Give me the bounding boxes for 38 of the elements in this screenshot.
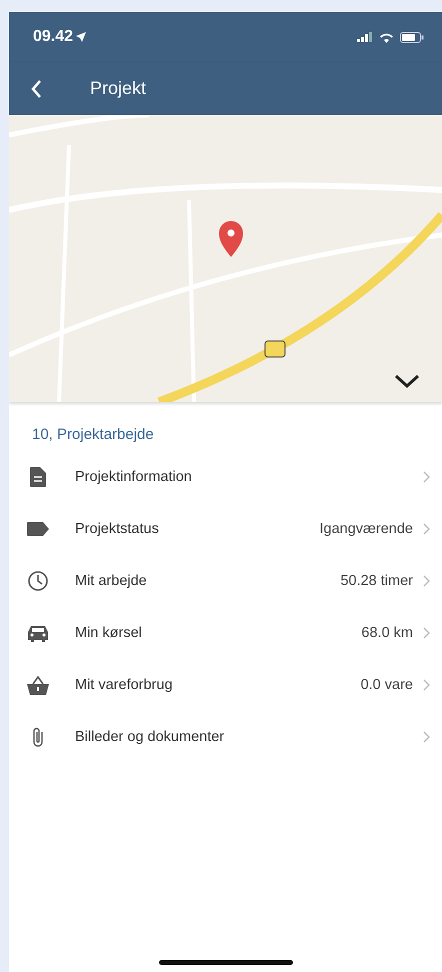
- collapse-chevron-icon[interactable]: [394, 374, 420, 388]
- back-icon: [31, 80, 42, 98]
- project-heading: 10, Projektarbejde: [31, 425, 155, 445]
- menu-row[interactable]: Mit vareforbrug 0.0 vare: [9, 659, 442, 711]
- paperclip-icon: [31, 726, 45, 748]
- signal-icon: [357, 32, 373, 42]
- chevron-right-icon: [423, 523, 430, 535]
- back-button[interactable]: [31, 80, 42, 98]
- chevron-right-icon: [423, 471, 430, 483]
- wifi-icon: [379, 32, 394, 42]
- row-label: Projektstatus: [75, 521, 160, 537]
- tag-icon: [27, 522, 49, 536]
- menu-row[interactable]: Min kørsel 68.0 km: [9, 607, 442, 659]
- chevron-right-icon: [423, 731, 430, 743]
- basket-icon: [27, 676, 49, 694]
- location-arrow-icon: [76, 32, 86, 42]
- battery-icon: [400, 32, 424, 42]
- row-label: Mit vareforbrug: [75, 677, 174, 693]
- row-value: 50.28 timer: [340, 573, 413, 589]
- row-value: 68.0 km: [361, 625, 413, 641]
- row-value: Igangværende: [319, 521, 413, 537]
- menu-row[interactable]: Projektstatus Igangværende: [9, 503, 442, 555]
- row-label: Min kørsel: [75, 625, 143, 641]
- car-icon: [27, 624, 49, 642]
- chevron-right-icon: [423, 575, 430, 587]
- row-label: Projektinformation: [75, 469, 193, 485]
- document-icon: [30, 467, 46, 487]
- row-label: Billeder og dokumenter: [75, 729, 226, 745]
- menu-row[interactable]: Projektinformation: [9, 451, 442, 503]
- clock-icon: [28, 571, 48, 591]
- chevron-right-icon: [423, 627, 430, 639]
- chevron-right-icon: [423, 679, 430, 691]
- menu-row[interactable]: Mit arbejde 50.28 timer: [9, 555, 442, 607]
- status-time: 09.42: [33, 28, 86, 46]
- row-label: Mit arbejde: [75, 573, 148, 589]
- row-value: 0.0 vare: [360, 677, 413, 693]
- screen-title: Projekt: [90, 78, 146, 99]
- menu-row[interactable]: Billeder og dokumenter: [9, 711, 442, 763]
